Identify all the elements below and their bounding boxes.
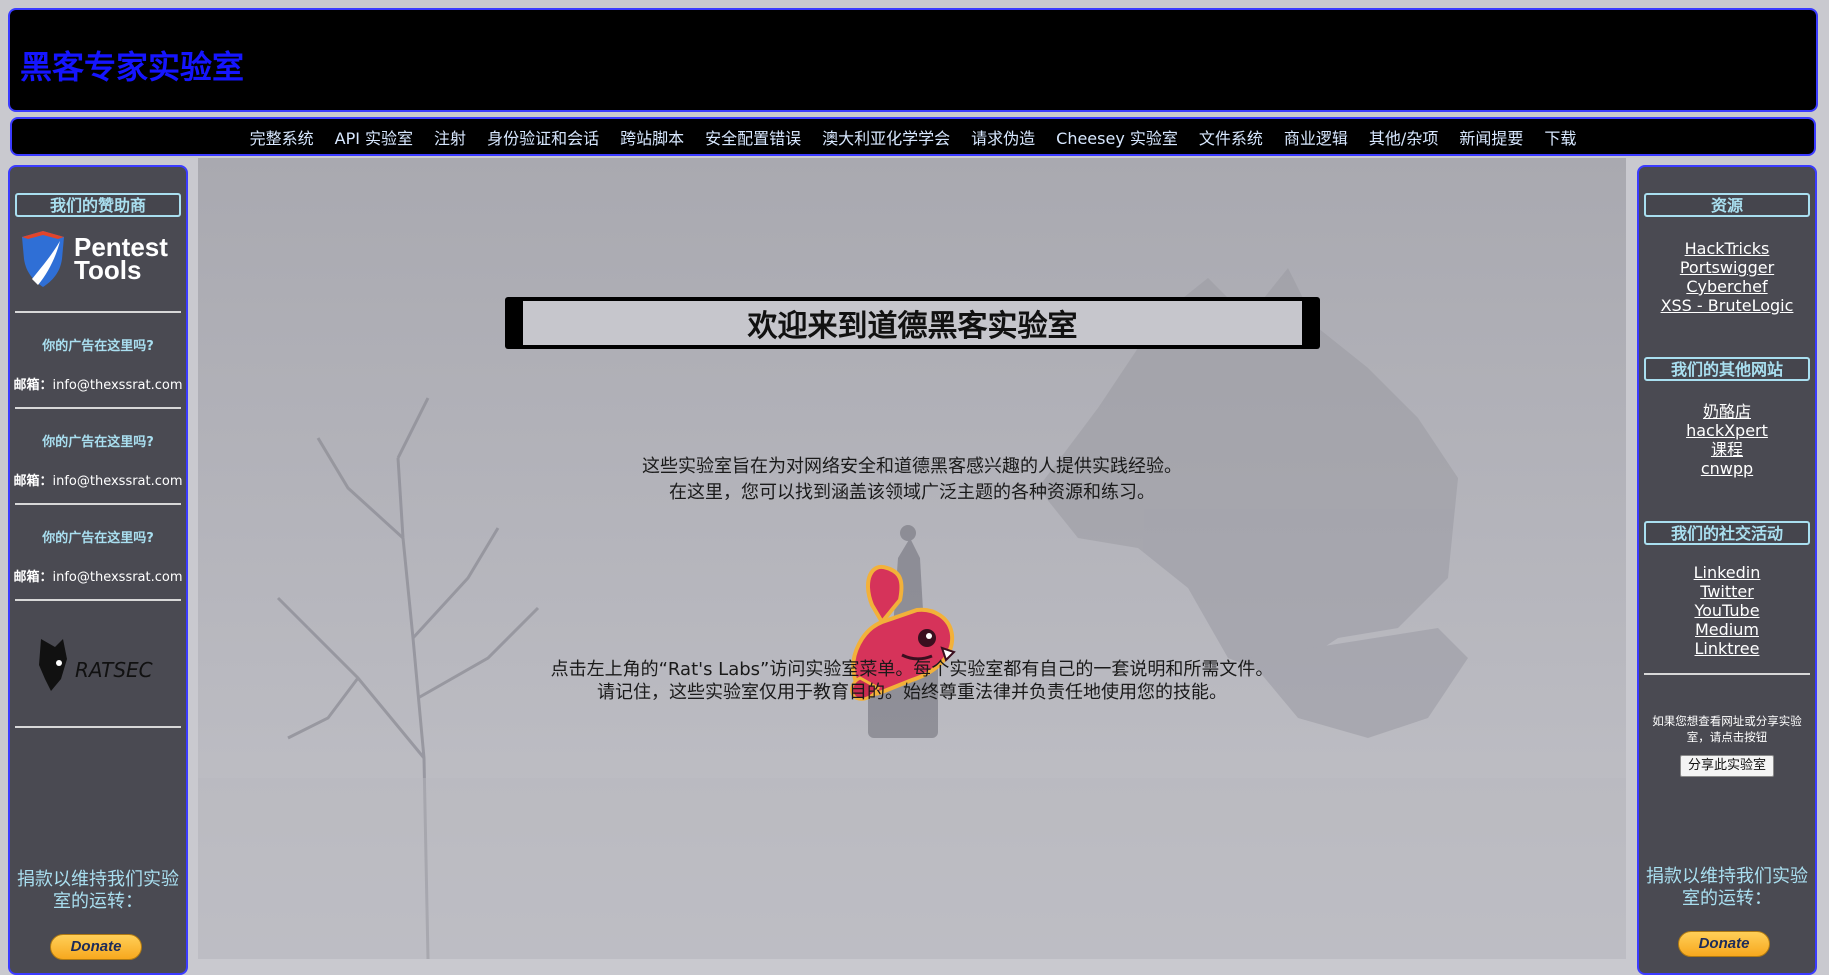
other-site-link[interactable]: hackXpert (1639, 421, 1815, 440)
divider (15, 311, 181, 313)
ad-email-label: 邮箱： (13, 474, 53, 489)
ratsec-logo[interactable]: RATSEC (10, 601, 186, 726)
social-heading: 我们的社交活动 (1644, 521, 1810, 545)
other-sites-list: 奶酪店 hackXpert 课程 cnwpp (1639, 402, 1815, 478)
ad-question: 你的广告在这里吗? (42, 531, 154, 546)
shield-icon (22, 231, 64, 287)
nav-item-cheesey-labs[interactable]: Cheesey 实验室 (1056, 125, 1178, 149)
ratsec-logo-text: RATSEC (75, 658, 153, 682)
nav-item-file-system[interactable]: 文件系统 (1199, 125, 1263, 149)
ad-email: 邮箱：info@thexssrat.com (10, 470, 186, 489)
ad-email: 邮箱：info@thexssrat.com (10, 566, 186, 585)
nav-item-news-feed[interactable]: 新闻提要 (1459, 125, 1523, 149)
ratsec-rat-icon: RATSEC (39, 638, 153, 691)
nav-item-xss[interactable]: 跨站脚本 (620, 125, 684, 149)
nav-item-full-system[interactable]: 完整系统 (250, 125, 314, 149)
resources-list: HackTricks Portswigger Cyberchef XSS - B… (1639, 239, 1815, 315)
right-sidebar: 资源 HackTricks Portswigger Cyberchef XSS … (1637, 165, 1817, 975)
pentest-tools-logo[interactable]: Pentest Tools (18, 229, 186, 289)
misty-background-image (198, 268, 1626, 959)
donate-button[interactable]: Donate (1678, 931, 1770, 957)
divider (15, 407, 181, 409)
site-header: 黑客专家实验室 (8, 8, 1818, 112)
ad-email-value[interactable]: info@thexssrat.com (52, 378, 182, 393)
sponsors-heading: 我们的赞助商 (15, 193, 181, 217)
divider (15, 726, 181, 728)
share-lab-button[interactable]: 分享此实验室 (1680, 755, 1774, 777)
resource-link[interactable]: Cyberchef (1639, 277, 1815, 296)
nav-item-security-misconfig[interactable]: 安全配置错误 (705, 125, 801, 149)
divider (15, 503, 181, 505)
welcome-banner: 欢迎来到道德黑客实验室 (505, 297, 1320, 349)
site-title[interactable]: 黑客专家实验室 (20, 42, 244, 88)
nav-item-injection[interactable]: 注射 (434, 125, 466, 149)
nav-item-misc[interactable]: 其他/杂项 (1369, 125, 1438, 149)
nav-item-request-forgery[interactable]: 请求伪造 (971, 125, 1035, 149)
donate-text: 捐款以维持我们实验室的运转： (1646, 866, 1808, 909)
ad-question: 你的广告在这里吗? (42, 339, 154, 354)
main-content: 欢迎来到道德黑客实验室 这些实验室旨在为对网络安全和道德黑客感兴趣的人提供实践经… (198, 158, 1626, 959)
social-link-medium[interactable]: Medium (1639, 620, 1815, 639)
sponsor-logo-text: Tools (74, 255, 142, 285)
nav-item-chem-society[interactable]: 澳大利亚化学学会 (822, 125, 950, 149)
ad-email-value[interactable]: info@thexssrat.com (52, 570, 182, 585)
intro-text-2: 在这里，您可以找到涵盖该领域广泛主题的各种资源和练习。 (669, 482, 1155, 503)
social-link-youtube[interactable]: YouTube (1639, 601, 1815, 620)
welcome-title: 欢迎来到道德黑客实验室 (523, 301, 1302, 345)
top-nav: 完整系统 API 实验室 注射 身份验证和会话 跨站脚本 安全配置错误 澳大利亚… (10, 117, 1816, 156)
other-site-link[interactable]: 课程 (1639, 440, 1815, 459)
resources-heading: 资源 (1644, 193, 1810, 217)
nav-item-download[interactable]: 下载 (1544, 125, 1576, 149)
donate-text: 捐款以维持我们实验室的运转： (17, 869, 179, 912)
nav-item-api-labs[interactable]: API 实验室 (335, 125, 413, 149)
instruction-text-2: 请记住，这些实验室仅用于教育目的。始终尊重法律并负责任地使用您的技能。 (597, 682, 1227, 703)
nav-item-auth-session[interactable]: 身份验证和会话 (487, 125, 599, 149)
other-site-link[interactable]: cnwpp (1639, 459, 1815, 478)
share-text: 如果您想查看网址或分享实验室，请点击按钮 (1652, 714, 1802, 744)
resource-link[interactable]: Portswigger (1639, 258, 1815, 277)
resource-link[interactable]: HackTricks (1639, 239, 1815, 258)
ad-email: 邮箱：info@thexssrat.com (10, 374, 186, 393)
social-link-linktree[interactable]: Linktree (1639, 639, 1815, 658)
ad-email-label: 邮箱： (13, 570, 53, 585)
other-site-link[interactable]: 奶酪店 (1639, 402, 1815, 421)
ad-email-label: 邮箱： (13, 378, 53, 393)
resource-link[interactable]: XSS - BruteLogic (1639, 296, 1815, 315)
left-sidebar: 我们的赞助商 Pentest Tools 你的广告在这里吗? 邮箱：info@t… (8, 165, 188, 975)
divider (1644, 673, 1810, 675)
social-link-twitter[interactable]: Twitter (1639, 582, 1815, 601)
other-sites-heading: 我们的其他网站 (1644, 357, 1810, 381)
intro-text-1: 这些实验室旨在为对网络安全和道德黑客感兴趣的人提供实践经验。 (642, 456, 1182, 477)
donate-button[interactable]: Donate (50, 934, 142, 960)
nav-item-business-logic[interactable]: 商业逻辑 (1284, 125, 1348, 149)
ad-email-value[interactable]: info@thexssrat.com (52, 474, 182, 489)
ad-question: 你的广告在这里吗? (42, 435, 154, 450)
social-list: Linkedin Twitter YouTube Medium Linktree (1639, 563, 1815, 658)
social-link-linkedin[interactable]: Linkedin (1639, 563, 1815, 582)
